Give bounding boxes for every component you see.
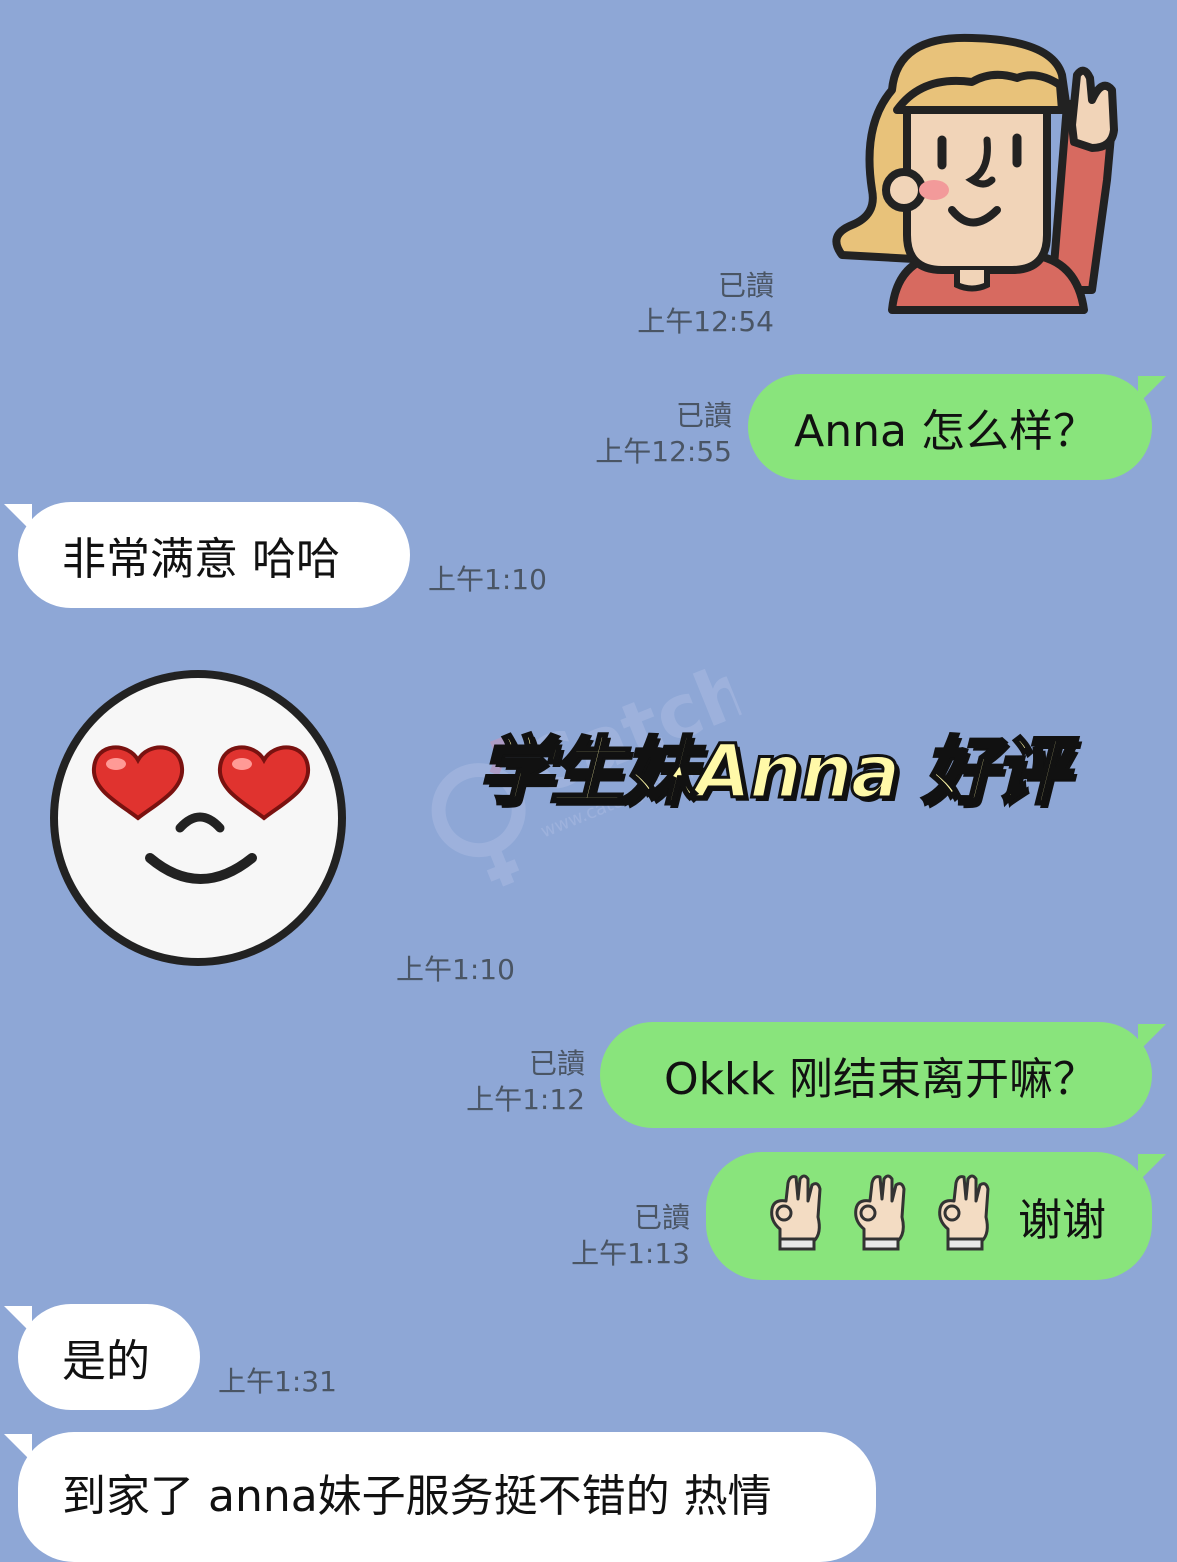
- outgoing-message-bubble[interactable]: 谢谢: [706, 1152, 1166, 1280]
- message-sticker-waving[interactable]: [822, 30, 1122, 315]
- outgoing-message-bubble[interactable]: Okkk 刚结束离开嘛？: [600, 1022, 1166, 1128]
- outgoing-message-bubble[interactable]: Anna 怎么样？: [748, 374, 1166, 480]
- timestamp: 上午1:10: [428, 563, 547, 596]
- message-text: 非常满意 哈哈: [62, 534, 340, 585]
- message-text: Okkk 刚结束离开嘛？: [663, 1054, 1097, 1105]
- waving-person-sticker: [832, 33, 1118, 314]
- timestamp: 上午1:12: [466, 1083, 585, 1116]
- incoming-message-bubble[interactable]: 是的: [4, 1304, 200, 1410]
- timestamp: 上午1:13: [571, 1237, 690, 1270]
- ok-hand-icon: [850, 1171, 914, 1262]
- incoming-message-bubble[interactable]: 非常满意 哈哈: [4, 502, 410, 608]
- timestamp: 上午12:54: [637, 305, 774, 338]
- message-text: 到家了 anna妹子服务挺不错的 热情: [62, 1471, 772, 1522]
- read-receipt: 已讀: [717, 269, 774, 302]
- read-receipt: 已讀: [528, 1047, 585, 1080]
- heart-eyes-smiley-sticker: [50, 670, 346, 966]
- read-receipt: 已讀: [633, 1201, 690, 1234]
- message-text: 谢谢: [1018, 1195, 1106, 1246]
- message-sticker-heart-eyes[interactable]: [42, 668, 354, 968]
- timestamp: 上午1:31: [218, 1365, 337, 1398]
- timestamp: 上午12:55: [595, 435, 732, 468]
- message-text: 是的: [62, 1336, 150, 1387]
- overlay-title: 学生妹Anna 好评: [476, 728, 1069, 817]
- ok-hand-icon: [934, 1171, 998, 1262]
- read-receipt: 已讀: [675, 399, 732, 432]
- incoming-message-bubble[interactable]: 到家了 anna妹子服务挺不错的 热情: [4, 1432, 876, 1562]
- message-text: Anna 怎么样？: [794, 406, 1097, 457]
- ok-hand-icon: [766, 1171, 830, 1262]
- timestamp: 上午1:10: [396, 953, 515, 986]
